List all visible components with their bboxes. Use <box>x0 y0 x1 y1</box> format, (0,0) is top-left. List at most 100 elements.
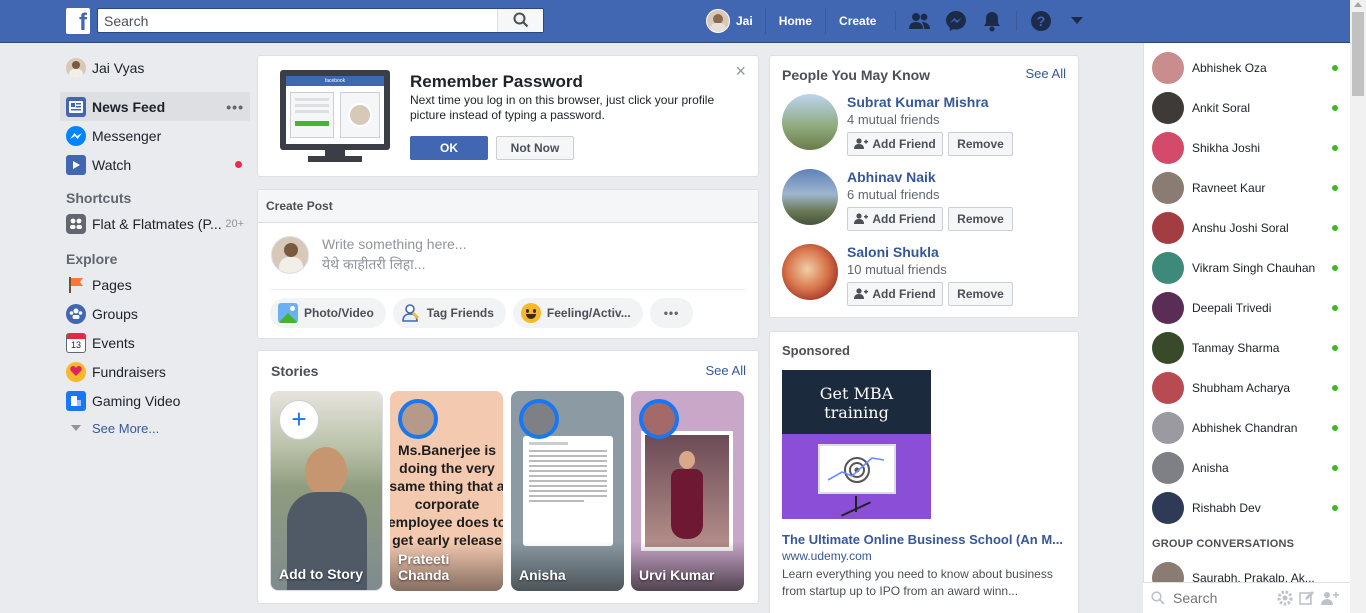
sidebar-item-label: Pages <box>92 276 132 293</box>
person-photo[interactable] <box>782 244 838 300</box>
add-friend-button[interactable]: Add Friend <box>847 282 943 306</box>
help-button[interactable]: ? <box>1023 8 1059 34</box>
search-button[interactable] <box>497 9 543 32</box>
close-icon[interactable]: × <box>735 62 746 80</box>
person-photo[interactable] <box>782 94 838 150</box>
account-menu-button[interactable] <box>1059 8 1095 34</box>
feeling-activity-button[interactable]: Feeling/Activ... <box>512 298 643 328</box>
add-friend-button[interactable]: Add Friend <box>847 132 943 156</box>
photo-video-button[interactable]: Photo/Video <box>270 298 386 328</box>
add-friend-icon <box>854 138 869 149</box>
add-friend-button[interactable]: Add Friend <box>847 207 943 231</box>
chat-sidebar: Abhishek Oza Ankit Soral Shikha Joshi Ra… <box>1143 43 1350 613</box>
new-message-icon[interactable] <box>1299 590 1315 606</box>
tag-friends-button[interactable]: Tag Friends <box>392 298 506 328</box>
stories-see-all-link[interactable]: See All <box>706 363 746 378</box>
chat-contact[interactable]: Ankit Soral <box>1152 88 1344 128</box>
chat-contact[interactable]: Abhishek Chandran <box>1152 408 1344 448</box>
avatar <box>1152 492 1184 524</box>
news-feed-icon <box>66 96 86 117</box>
chat-contact[interactable]: Ravneet Kaur <box>1152 168 1344 208</box>
mutual-friends[interactable]: 4 mutual friends <box>847 112 940 127</box>
ad-title-link[interactable]: The Ultimate Online Business School (An … <box>782 532 1072 547</box>
more-actions-button[interactable]: ••• <box>649 298 694 328</box>
chat-contact[interactable]: Tanmay Sharma <box>1152 328 1344 368</box>
ok-button[interactable]: OK <box>410 136 488 160</box>
sponsored-card: Sponsored Get MBA training The Ultimate … <box>769 331 1079 613</box>
remove-button[interactable]: Remove <box>948 132 1013 156</box>
sidebar-item-groups[interactable]: Groups <box>60 299 250 328</box>
sidebar-item-events[interactable]: 13 Events <box>60 328 250 357</box>
sidebar-profile-link[interactable]: Jai Vyas <box>60 53 250 82</box>
chat-search-input[interactable] <box>1173 590 1273 606</box>
person-name-link[interactable]: Saloni Shukla <box>847 244 939 260</box>
avatar <box>1152 412 1184 444</box>
shortcut-item-flat-flatmates[interactable]: Flat & Flatmates (P... 20+ <box>60 209 250 238</box>
add-to-story-card[interactable]: + Add to Story <box>270 391 383 591</box>
search-input[interactable] <box>98 9 498 32</box>
story-card-urvi[interactable]: Urvi Kumar <box>631 391 744 591</box>
person-name-link[interactable]: Abhinav Naik <box>847 169 936 185</box>
chat-contact[interactable]: Abhishek Oza <box>1152 48 1344 88</box>
chat-contact[interactable]: Shikha Joshi <box>1152 128 1344 168</box>
post-composer-input[interactable]: Write something here... येथे काहीतरी लिह… <box>322 234 742 280</box>
chat-contact[interactable]: Rishabh Dev <box>1152 488 1344 528</box>
avatar <box>1152 172 1184 204</box>
top-navigation-bar: f Jai Home Create ? <box>0 0 1366 43</box>
story-card-prateeti[interactable]: Ms.Banerjee is doing the very same thing… <box>390 391 503 591</box>
sidebar-item-fundraisers[interactable]: Fundraisers <box>60 357 250 386</box>
chat-contact[interactable]: Anshu Joshi Soral <box>1152 208 1344 248</box>
online-status-dot <box>1332 105 1338 111</box>
page-scrollbar-thumb[interactable] <box>1352 12 1364 96</box>
sidebar-item-pages[interactable]: Pages <box>60 270 250 299</box>
ad-url[interactable]: www.udemy.com <box>782 549 872 563</box>
chat-contact[interactable]: Deepali Trivedi <box>1152 288 1344 328</box>
sidebar-item-watch[interactable]: Watch <box>60 150 250 179</box>
nav-profile-link[interactable]: Jai <box>706 9 765 33</box>
story-card-anisha[interactable]: Anisha <box>511 391 624 591</box>
messenger-button[interactable] <box>938 8 974 34</box>
person-name-link[interactable]: Subrat Kumar Mishra <box>847 94 989 110</box>
online-status-dot <box>1332 145 1338 151</box>
composer-placeholder-mr: येथे काहीतरी लिहा... <box>322 256 426 272</box>
sidebar-item-gaming-video[interactable]: Gaming Video <box>60 386 250 415</box>
chat-contact[interactable]: Vikram Singh Chauhan <box>1152 248 1344 288</box>
news-feed-options-icon[interactable]: ••• <box>226 99 244 115</box>
see-more-link[interactable]: See More... <box>60 415 250 441</box>
avatar <box>1152 252 1184 284</box>
pymk-see-all-link[interactable]: See All <box>1026 66 1066 81</box>
notifications-button[interactable] <box>974 8 1010 34</box>
sidebar-item-label: Groups <box>92 305 138 322</box>
chat-contact[interactable]: Shubham Acharya <box>1152 368 1344 408</box>
photo-video-label: Photo/Video <box>304 306 374 320</box>
story-avatar <box>398 399 438 439</box>
create-link[interactable]: Create <box>825 8 889 34</box>
remove-button[interactable]: Remove <box>948 207 1013 231</box>
story-name: Urvi Kumar <box>639 567 715 583</box>
sidebar-item-news-feed[interactable]: News Feed ••• <box>60 92 250 121</box>
sidebar-item-messenger[interactable]: Messenger <box>60 121 250 150</box>
contact-name: Anisha <box>1192 461 1229 475</box>
person-photo[interactable] <box>782 169 838 225</box>
composer-divider <box>270 289 746 290</box>
story-name: Add to Story <box>279 566 363 582</box>
online-status-dot <box>1332 345 1338 351</box>
home-link[interactable]: Home <box>764 8 825 34</box>
contact-name: Rishabh Dev <box>1192 501 1261 515</box>
mutual-friends[interactable]: 6 mutual friends <box>847 187 940 202</box>
contact-name: Shikha Joshi <box>1192 141 1261 155</box>
scroll-up-arrow-icon[interactable] <box>1354 2 1362 7</box>
friend-requests-button[interactable] <box>902 8 938 34</box>
sidebar-item-label: Messenger <box>92 127 162 144</box>
remove-button[interactable]: Remove <box>948 282 1013 306</box>
contact-name: Abhishek Chandran <box>1192 421 1298 435</box>
chat-contact[interactable]: Anisha <box>1152 448 1344 488</box>
gear-icon[interactable] <box>1277 590 1293 606</box>
online-status-dot <box>1332 505 1338 511</box>
not-now-button[interactable]: Not Now <box>496 136 574 160</box>
add-story-plus-button[interactable]: + <box>279 400 319 440</box>
mutual-friends[interactable]: 10 mutual friends <box>847 262 947 277</box>
create-group-icon[interactable] <box>1321 590 1339 606</box>
facebook-logo-icon[interactable]: f <box>66 8 90 34</box>
ad-image[interactable]: Get MBA training <box>782 370 931 519</box>
